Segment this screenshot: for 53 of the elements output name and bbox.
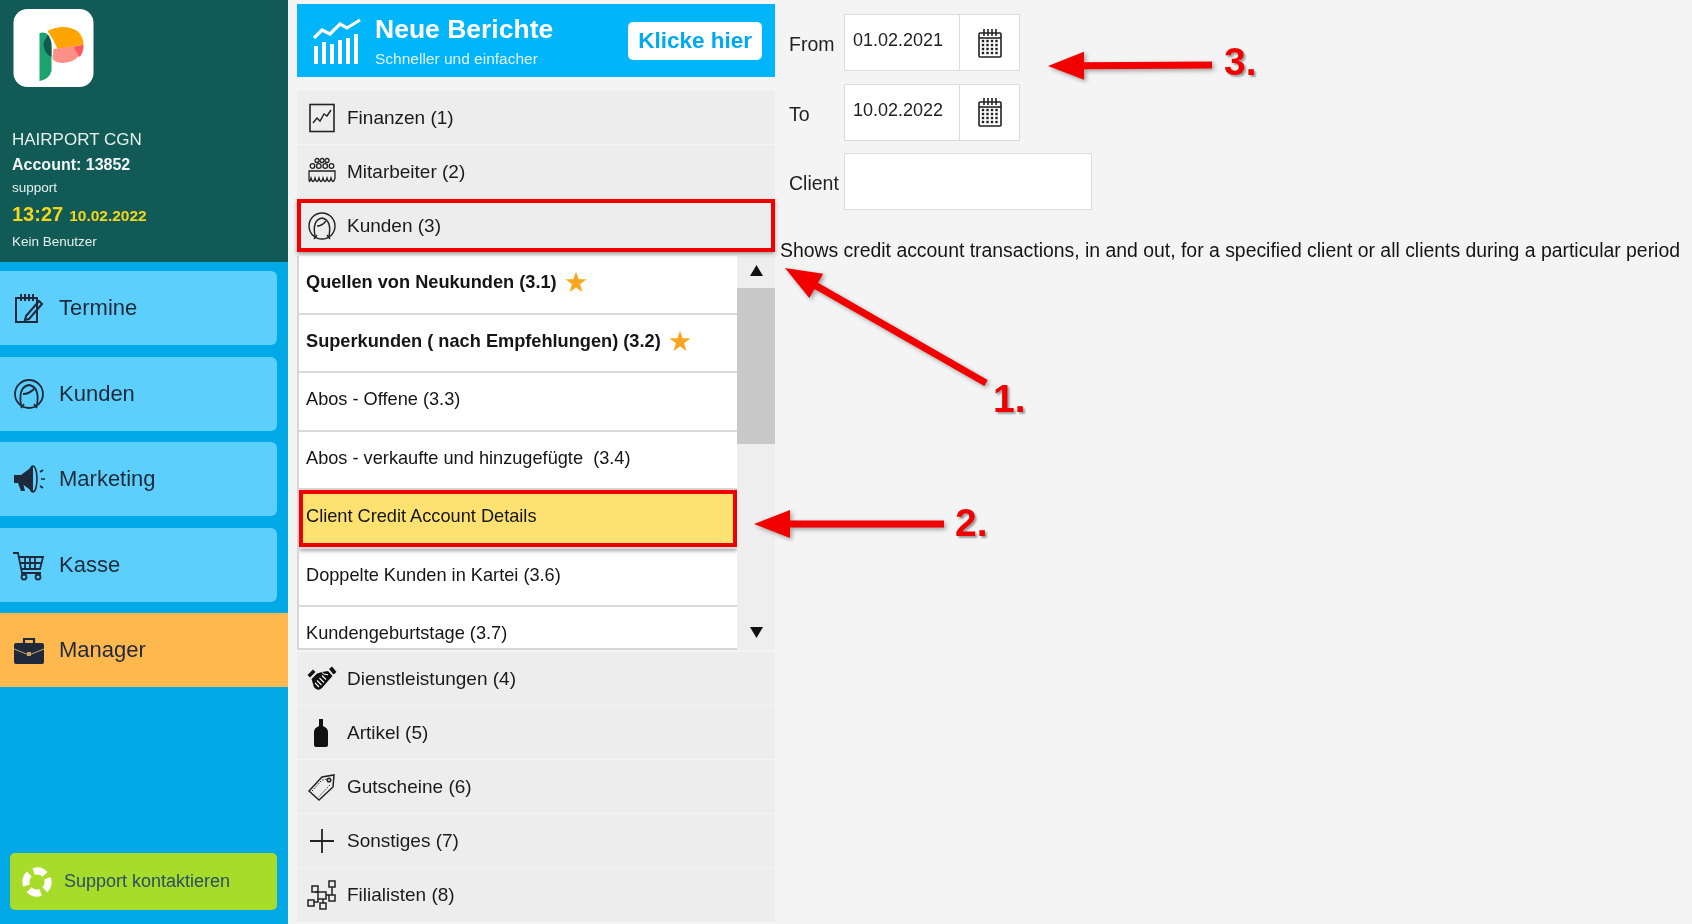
support-button[interactable]: Support kontaktieren	[10, 853, 277, 910]
nav-item[interactable]: Marketing	[0, 442, 277, 516]
nav-item[interactable]: Kasse	[0, 527, 277, 602]
operator-status: Kein Benutzer	[12, 233, 97, 251]
scroll-down-icon[interactable]	[749, 626, 763, 638]
megaphone-icon	[12, 462, 46, 496]
date-field[interactable]: 01.02.2021	[844, 14, 960, 71]
category-item[interactable]: Kunden (3)	[297, 199, 775, 252]
report-item[interactable]: Kundengeburtstage (3.7)	[299, 607, 737, 648]
category-item[interactable]: Filialisten (8)	[297, 868, 775, 921]
annotation-number: 3.	[1224, 42, 1257, 82]
tag-icon	[307, 771, 337, 802]
scroll-up-icon[interactable]	[749, 264, 763, 276]
clock-time: 13:27	[12, 202, 64, 226]
nav-item[interactable]: Manager	[0, 613, 288, 687]
nav-item[interactable]: Kunden	[0, 356, 277, 431]
calendar-button[interactable]	[960, 83, 1020, 141]
category-item[interactable]: Artikel (5)	[297, 706, 775, 759]
calendar-button[interactable]	[960, 14, 1020, 71]
star-icon	[564, 271, 587, 293]
lifebuoy-icon	[22, 866, 52, 897]
field-label: From	[789, 32, 836, 57]
field-label: To	[789, 101, 811, 127]
report-item[interactable]: Quellen von Neukunden (3.1)	[299, 256, 737, 315]
annotation-number: 2.	[955, 503, 988, 543]
star-icon	[668, 329, 691, 352]
category-item[interactable]: Mitarbeiter (2)	[297, 145, 775, 198]
report-item[interactable]: Client Credit Account Details	[299, 490, 737, 549]
current-date: 10.02.2022	[69, 206, 147, 226]
category-item[interactable]: Gutscheine (6)	[297, 760, 775, 813]
banner-subtitle: Schneller und einfacher	[375, 49, 539, 68]
user-name: support	[12, 179, 58, 197]
account-number: Account: 13852	[12, 155, 131, 175]
customer-icon	[12, 376, 46, 411]
report-description: Shows credit account transactions, in and out, for a specified client or all clients during a particular period	[780, 238, 1681, 261]
scrollbar-thumb[interactable]	[737, 288, 775, 444]
category-item[interactable]: Finanzen (1)	[297, 91, 775, 144]
nav-item[interactable]: Termine	[0, 271, 277, 345]
banner-title: Neue Berichte	[375, 13, 554, 44]
category-item[interactable]: Dienstleistungen (4)	[297, 652, 775, 705]
network-icon	[307, 879, 337, 910]
date-field[interactable]: 10.02.2022	[844, 83, 960, 141]
salon-name: HAIRPORT CGN	[12, 130, 142, 150]
notepad-icon	[12, 291, 46, 325]
field-label: Client	[789, 171, 840, 196]
bar-chart-icon	[313, 17, 363, 64]
category-item[interactable]: Sonstiges (7)	[297, 814, 775, 867]
customer-icon	[307, 210, 337, 241]
line-chart-icon	[307, 102, 337, 133]
calendar-icon	[977, 97, 1002, 127]
calendar-icon	[977, 27, 1002, 58]
client-field[interactable]	[844, 153, 1092, 210]
annotation-number: 1.	[993, 379, 1026, 419]
